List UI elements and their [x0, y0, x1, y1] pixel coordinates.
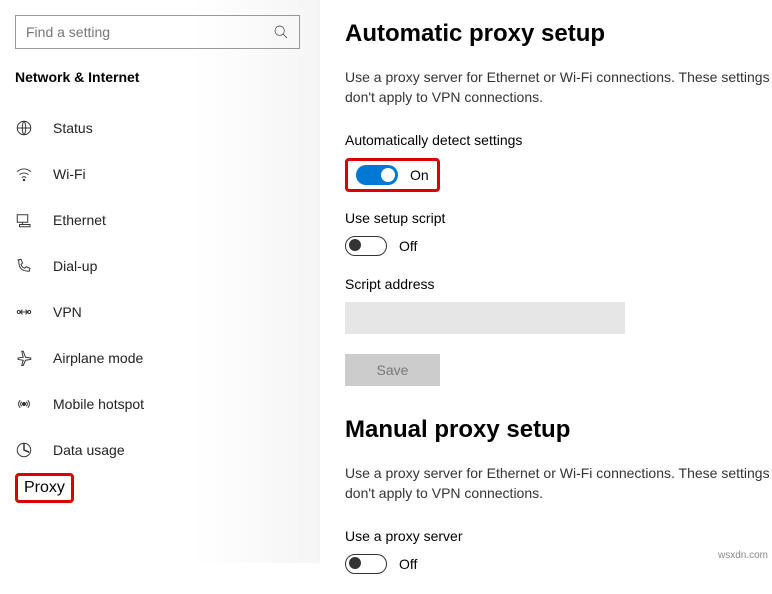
sidebar-item-status[interactable]: Status: [15, 105, 305, 151]
search-box[interactable]: [15, 15, 300, 49]
sidebar-item-label: Status: [53, 120, 93, 136]
dialup-icon: [15, 257, 53, 275]
section-title-auto: Automatic proxy setup: [345, 20, 772, 48]
hotspot-icon: [15, 395, 53, 413]
auto-detect-state: On: [410, 167, 429, 183]
sidebar-item-label: Proxy: [24, 479, 65, 497]
sidebar-item-label: Mobile hotspot: [53, 396, 144, 412]
sidebar-item-label: Wi-Fi: [53, 166, 86, 182]
section-title-manual: Manual proxy setup: [345, 416, 772, 444]
sidebar-item-datausage[interactable]: Data usage: [15, 427, 305, 473]
setup-script-toggle-row: Off: [345, 236, 417, 256]
search-icon: [273, 24, 289, 40]
script-address-label: Script address: [345, 276, 772, 292]
content-panel: Automatic proxy setup Use a proxy server…: [320, 0, 772, 563]
sidebar-item-vpn[interactable]: VPN: [15, 289, 305, 335]
sidebar-item-label: Dial-up: [53, 258, 97, 274]
airplane-icon: [15, 349, 53, 367]
use-proxy-label: Use a proxy server: [345, 528, 772, 544]
auto-detect-label: Automatically detect settings: [345, 132, 772, 148]
status-icon: [15, 119, 53, 137]
save-button[interactable]: Save: [345, 354, 440, 386]
sidebar-item-label: Airplane mode: [53, 350, 143, 366]
use-proxy-toggle-row: Off: [345, 554, 417, 574]
setup-script-label: Use setup script: [345, 210, 772, 226]
section-desc-manual: Use a proxy server for Ethernet or Wi-Fi…: [345, 464, 772, 503]
setup-script-toggle[interactable]: [345, 236, 387, 256]
sidebar-item-dialup[interactable]: Dial-up: [15, 243, 305, 289]
use-proxy-state: Off: [399, 556, 417, 572]
auto-detect-toggle-row: On: [345, 158, 440, 192]
sidebar-item-proxy[interactable]: Proxy: [15, 473, 74, 503]
auto-detect-toggle[interactable]: [356, 165, 398, 185]
wifi-icon: [15, 165, 53, 183]
section-desc-auto: Use a proxy server for Ethernet or Wi-Fi…: [345, 68, 772, 107]
watermark: wsxdn.com: [718, 550, 768, 561]
sidebar-item-wifi[interactable]: Wi-Fi: [15, 151, 305, 197]
setup-script-state: Off: [399, 238, 417, 254]
vpn-icon: [15, 303, 53, 321]
use-proxy-toggle[interactable]: [345, 554, 387, 574]
sidebar: Network & Internet Status Wi-Fi Ethernet…: [0, 0, 320, 563]
sidebar-item-label: Data usage: [53, 442, 125, 458]
sidebar-item-label: Ethernet: [53, 212, 106, 228]
sidebar-item-ethernet[interactable]: Ethernet: [15, 197, 305, 243]
script-address-input[interactable]: [345, 302, 625, 334]
search-input[interactable]: [26, 24, 273, 40]
sidebar-item-airplane[interactable]: Airplane mode: [15, 335, 305, 381]
ethernet-icon: [15, 211, 53, 229]
category-title: Network & Internet: [15, 69, 305, 85]
sidebar-item-label: VPN: [53, 304, 82, 320]
sidebar-item-hotspot[interactable]: Mobile hotspot: [15, 381, 305, 427]
datausage-icon: [15, 441, 53, 459]
